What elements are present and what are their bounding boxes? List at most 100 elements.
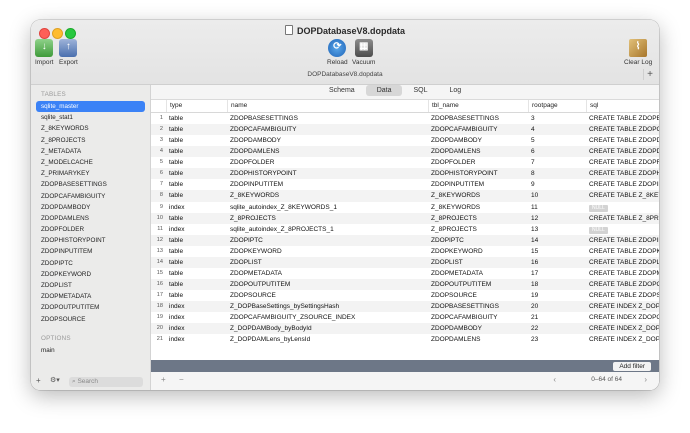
- table-cell[interactable]: 4: [528, 124, 586, 135]
- table-cell[interactable]: CREATE TABLE ZDOPLIST: [586, 257, 659, 268]
- table-cell[interactable]: CREATE TABLE ZDOPIPTC: [586, 235, 659, 246]
- table-cell[interactable]: CREATE TABLE ZDOPFOLDER: [586, 157, 659, 168]
- table-cell[interactable]: Z_8PROJECTS: [428, 213, 528, 224]
- table-cell[interactable]: ZDOPKEYWORD: [428, 246, 528, 257]
- table-cell[interactable]: index: [166, 334, 227, 345]
- tab-data[interactable]: Data: [365, 85, 403, 96]
- table-row[interactable]: 14 table ZDOPLIST ZDOPLIST 16 CREATE TABLE ZD…: [151, 256, 659, 268]
- table-cell[interactable]: 9: [528, 179, 586, 190]
- table-cell[interactable]: ZDOPLIST: [428, 257, 528, 268]
- import-button[interactable]: ↓ Import: [35, 39, 53, 66]
- table-cell[interactable]: Z_8PROJECTS: [227, 213, 428, 224]
- table-cell[interactable]: CREATE TABLE ZDOPINPUTITEM: [586, 179, 659, 190]
- sidebar-option-item[interactable]: main: [31, 345, 150, 356]
- table-cell[interactable]: CREATE INDEX Z_DOPDAMBody: [586, 323, 659, 334]
- export-button[interactable]: ↑ Export: [59, 39, 78, 66]
- table-cell[interactable]: Z_8KEYWORDS: [428, 202, 528, 213]
- table-cell[interactable]: ZDOPMETADATA: [428, 268, 528, 279]
- table-cell[interactable]: ZDOPSOURCE: [428, 290, 528, 301]
- table-cell[interactable]: table: [166, 290, 227, 301]
- table-cell[interactable]: table: [166, 279, 227, 290]
- sidebar-table-item[interactable]: ZDOPOUTPUTITEM: [31, 302, 150, 313]
- table-cell[interactable]: 19: [528, 290, 586, 301]
- table-cell[interactable]: 22: [528, 323, 586, 334]
- table-cell[interactable]: ZDOPDAMBODY: [428, 323, 528, 334]
- table-cell[interactable]: ZDOPOUTPUTITEM: [428, 279, 528, 290]
- table-cell[interactable]: ZDOPDAMLENS: [227, 146, 428, 157]
- table-cell[interactable]: 17: [528, 268, 586, 279]
- table-cell[interactable]: 23: [528, 334, 586, 345]
- table-cell[interactable]: table: [166, 135, 227, 146]
- table-row[interactable]: 19 index ZDOPCAFAMBIGUITY_ZSOURCE_INDEX ZDO…: [151, 312, 659, 323]
- sidebar-table-item[interactable]: ZDOPDAMBODY: [31, 202, 150, 213]
- table-row[interactable]: 11 index sqlite_autoindex_Z_8PROJECTS_1 Z_8…: [151, 224, 659, 235]
- table-row[interactable]: 6 table ZDOPHISTORYPOINT ZDOPHISTORYPOINT 8 C…: [151, 168, 659, 180]
- table-cell[interactable]: ZDOPFOLDER: [227, 157, 428, 168]
- column-header-tbl_name[interactable]: tbl_name: [428, 100, 528, 112]
- table-cell[interactable]: sqlite_autoindex_Z_8PROJECTS_1: [227, 224, 428, 235]
- table-cell[interactable]: table: [166, 246, 227, 257]
- add-icon[interactable]: +: [36, 376, 41, 385]
- table-cell[interactable]: sqlite_autoindex_Z_8KEYWORDS_1: [227, 202, 428, 213]
- table-cell[interactable]: CREATE INDEX Z_DOPBaseSettings: [586, 301, 659, 312]
- table-cell[interactable]: ZDOPDAMBODY: [428, 135, 528, 146]
- table-row[interactable]: 21 index Z_DOPDAMLens_byLensId ZDOPDAMLENS 2…: [151, 334, 659, 345]
- table-cell[interactable]: ZDOPHISTORYPOINT: [428, 168, 528, 179]
- table-cell[interactable]: table: [166, 257, 227, 268]
- table-row[interactable]: 3 table ZDOPDAMBODY ZDOPDAMBODY 5 CREATE TABL…: [151, 135, 659, 146]
- sidebar-table-item[interactable]: ZDOPBASESETTINGS: [31, 179, 150, 190]
- table-row[interactable]: 13 table ZDOPKEYWORD ZDOPKEYWORD 15 CREATE TA…: [151, 246, 659, 257]
- table-row[interactable]: 9 index sqlite_autoindex_Z_8KEYWORDS_1 Z_8K…: [151, 202, 659, 213]
- sidebar-table-item[interactable]: ZDOPHISTORYPOINT: [31, 235, 150, 246]
- add-row-button[interactable]: +: [161, 375, 166, 384]
- table-cell[interactable]: ZDOPCAFAMBIGUITY: [428, 312, 528, 323]
- table-cell[interactable]: 6: [528, 146, 586, 157]
- table-cell[interactable]: 3: [528, 113, 586, 124]
- table-cell[interactable]: CREATE TABLE Z_8KEYWORDS: [586, 190, 659, 201]
- sidebar-table-item[interactable]: ZDOPMETADATA: [31, 291, 150, 302]
- table-cell[interactable]: CREATE TABLE ZDOPBASESETTINGS: [586, 113, 659, 124]
- table-row[interactable]: 2 table ZDOPCAFAMBIGUITY ZDOPCAFAMBIGUITY 4 C…: [151, 124, 659, 136]
- table-cell[interactable]: 20: [528, 301, 586, 312]
- column-header-rootpage[interactable]: rootpage: [528, 100, 586, 112]
- table-cell[interactable]: ZDOPKEYWORD: [227, 246, 428, 257]
- table-cell[interactable]: ZDOPDAMLENS: [428, 334, 528, 345]
- sidebar-table-item[interactable]: ZDOPKEYWORD: [31, 269, 150, 280]
- table-cell[interactable]: ZDOPLIST: [227, 257, 428, 268]
- table-cell[interactable]: table: [166, 124, 227, 135]
- clear-log-button[interactable]: ⌇ Clear Log: [624, 39, 652, 66]
- table-cell[interactable]: ZDOPBASESETTINGS: [227, 113, 428, 124]
- table-cell[interactable]: index: [166, 224, 227, 235]
- tab-log[interactable]: Log: [439, 85, 473, 96]
- table-row[interactable]: 7 table ZDOPINPUTITEM ZDOPINPUTITEM 9 CREATE …: [151, 179, 659, 190]
- table-cell[interactable]: ZDOPINPUTITEM: [227, 179, 428, 190]
- table-row[interactable]: 8 table Z_8KEYWORDS Z_8KEYWORDS 10 CREATE TAB…: [151, 190, 659, 202]
- column-header-name[interactable]: name: [227, 100, 428, 112]
- table-cell[interactable]: index: [166, 323, 227, 334]
- table-cell[interactable]: ZDOPBASESETTINGS: [428, 113, 528, 124]
- table-cell[interactable]: ZDOPIPTC: [428, 235, 528, 246]
- sidebar-table-item[interactable]: ZDOPLIST: [31, 280, 150, 291]
- table-cell[interactable]: ZDOPBASESETTINGS: [428, 301, 528, 312]
- table-cell[interactable]: ZDOPFOLDER: [428, 157, 528, 168]
- table-cell[interactable]: CREATE TABLE ZDOPKEYWORD: [586, 246, 659, 257]
- table-cell[interactable]: index: [166, 301, 227, 312]
- table-cell[interactable]: Z_DOPBaseSettings_bySettingsHash: [227, 301, 428, 312]
- table-cell[interactable]: 18: [528, 279, 586, 290]
- table-cell[interactable]: ZDOPIPTC: [227, 235, 428, 246]
- sidebar-table-item[interactable]: sqlite_master: [36, 101, 145, 113]
- table-cell[interactable]: 12: [528, 213, 586, 224]
- table-cell[interactable]: table: [166, 179, 227, 190]
- table-cell[interactable]: 21: [528, 312, 586, 323]
- table-cell[interactable]: CREATE INDEX ZDOPCAFAMBIGUITY: [586, 312, 659, 323]
- vacuum-button[interactable]: ▦ Vacuum: [352, 39, 375, 66]
- table-cell[interactable]: CREATE TABLE ZDOPDAMBODY: [586, 135, 659, 146]
- table-cell[interactable]: ZDOPCAFAMBIGUITY_ZSOURCE_INDEX: [227, 312, 428, 323]
- sidebar-table-item[interactable]: ZDOPCAFAMBIGUITY: [31, 191, 150, 202]
- table-cell[interactable]: Z_DOPDAMLens_byLensId: [227, 334, 428, 345]
- next-page-button[interactable]: ›: [644, 375, 647, 384]
- new-tab-button[interactable]: +: [643, 69, 656, 80]
- sidebar-table-item[interactable]: ZDOPIPTC: [31, 258, 150, 269]
- table-cell[interactable]: Z_8KEYWORDS: [428, 190, 528, 201]
- add-filter-button[interactable]: Add filter: [613, 361, 651, 371]
